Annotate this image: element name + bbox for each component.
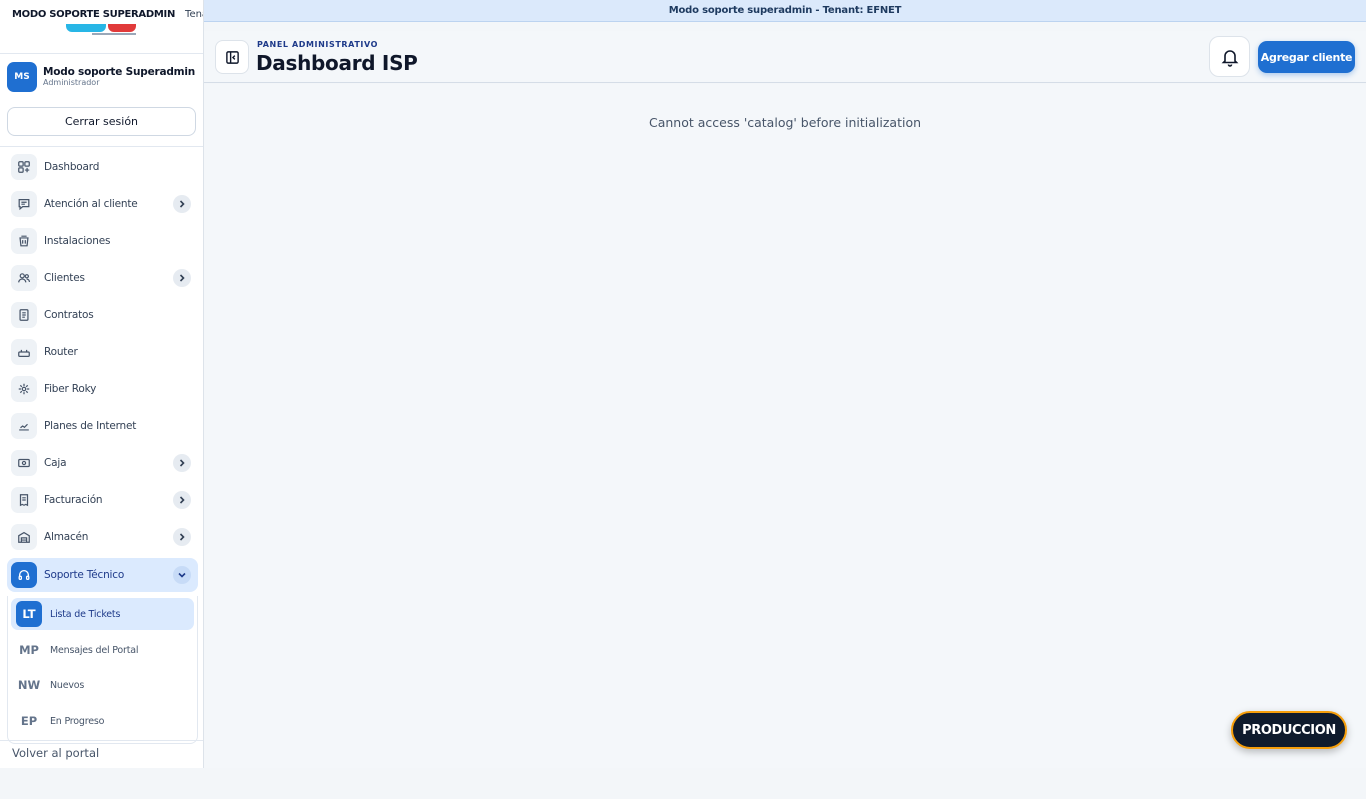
support-mode-label: MODO SOPORTE SUPERADMIN <box>12 8 176 20</box>
sidebar-toggle-button[interactable] <box>215 40 249 74</box>
speed-icon <box>11 413 37 439</box>
nav-item-fiber-roky[interactable]: Fiber Roky <box>7 372 198 406</box>
chevron-down-icon[interactable] <box>173 566 191 584</box>
error-message: Cannot access 'catalog' before initializ… <box>648 115 922 130</box>
chat-icon <box>11 191 37 217</box>
chevron-right-icon[interactable] <box>173 454 191 472</box>
back-to-portal-link[interactable]: Volver al portal <box>12 746 99 760</box>
page-eyebrow: PANEL ADMINISTRATIVO <box>257 40 379 49</box>
page-header: PANEL ADMINISTRATIVO Dashboard ISP Agreg… <box>204 31 1366 83</box>
subnav-item-mensajes-portal[interactable]: MP Mensajes del Portal <box>11 634 194 666</box>
subnav-item-en-progreso[interactable]: EP En Progreso <box>11 705 194 737</box>
receipt-icon <box>11 487 37 513</box>
subnav-abbr: MP <box>19 643 39 657</box>
nav-item-dashboard[interactable]: Dashboard <box>7 150 198 184</box>
document-icon <box>11 302 37 328</box>
chevron-right-icon[interactable] <box>173 269 191 287</box>
nav-label: Clientes <box>44 272 85 284</box>
environment-badge: PRODUCCION <box>1231 711 1347 749</box>
bucket-icon <box>11 228 37 254</box>
subnav-label: Nuevos <box>50 679 85 691</box>
cash-icon <box>11 450 37 476</box>
chevron-right-icon[interactable] <box>173 491 191 509</box>
nav-item-clientes[interactable]: Clientes <box>7 261 198 295</box>
nav-item-router[interactable]: Router <box>7 335 198 369</box>
nav-label: Instalaciones <box>44 235 111 247</box>
chevron-right-icon[interactable] <box>173 528 191 546</box>
warehouse-icon <box>11 524 37 550</box>
nav-label: Soporte Técnico <box>44 569 125 581</box>
subnav-label: En Progreso <box>50 715 105 727</box>
nav-label: Contratos <box>44 309 94 321</box>
nav-item-contratos[interactable]: Contratos <box>7 298 198 332</box>
nav-item-soporte-tecnico[interactable]: Soporte Técnico <box>7 558 198 592</box>
subnav-label: Lista de Tickets <box>50 608 121 620</box>
main-content: Cannot access 'catalog' before initializ… <box>204 84 1366 768</box>
subnav-abbr: EP <box>20 714 38 728</box>
asterisk-icon <box>11 376 37 402</box>
chevron-right-icon[interactable] <box>173 195 191 213</box>
nav-label: Fiber Roky <box>44 383 97 395</box>
user-profile: MS Modo soporte Superadmin Administrador <box>7 62 195 92</box>
panel-collapse-icon <box>225 50 239 64</box>
nav-item-facturacion[interactable]: Facturación <box>7 483 198 517</box>
nav-label: Dashboard <box>44 161 100 173</box>
divider <box>0 53 203 54</box>
subnav-item-lista-tickets[interactable]: LT Lista de Tickets <box>11 598 194 630</box>
logout-button[interactable]: Cerrar sesión <box>7 107 196 136</box>
nav-label: Planes de Internet <box>44 420 137 432</box>
nav-item-atencion-cliente[interactable]: Atención al cliente <box>7 187 198 221</box>
tenant-label: Tenant <box>185 8 203 20</box>
subnav-label: Mensajes del Portal <box>50 644 139 656</box>
company-logo <box>66 24 138 38</box>
nav-label: Facturación <box>44 494 103 506</box>
users-icon <box>11 265 37 291</box>
nav-item-instalaciones[interactable]: Instalaciones <box>7 224 198 258</box>
bell-icon <box>1221 49 1238 67</box>
nav-item-planes-internet[interactable]: Planes de Internet <box>7 409 198 443</box>
soporte-submenu: LT Lista de Tickets MP Mensajes del Port… <box>7 596 198 744</box>
nav-label: Router <box>44 346 78 358</box>
nav-item-caja[interactable]: Caja <box>7 446 198 480</box>
subnav-abbr: LT <box>16 601 42 627</box>
support-mode-banner-text: Modo soporte superadmin - Tenant: EFNET <box>668 5 902 16</box>
add-client-button[interactable]: Agregar cliente <box>1258 41 1355 73</box>
notifications-button[interactable] <box>1209 36 1250 77</box>
nav-label: Atención al cliente <box>44 198 138 210</box>
nav-item-almacen[interactable]: Almacén <box>7 520 198 554</box>
nav-label: Almacén <box>44 531 89 543</box>
page-title: Dashboard ISP <box>256 51 418 75</box>
user-role: Administrador <box>43 78 100 88</box>
sidebar: MODO SOPORTE SUPERADMIN Tenant MS Modo s… <box>0 0 204 768</box>
dashboard-grid-icon <box>11 154 37 180</box>
subnav-abbr: NW <box>17 678 41 692</box>
nav-label: Caja <box>44 457 67 469</box>
user-name: Modo soporte Superadmin <box>43 66 196 79</box>
divider <box>0 740 203 741</box>
headset-icon <box>11 562 37 588</box>
avatar: MS <box>7 62 37 92</box>
subnav-item-nuevos[interactable]: NW Nuevos <box>11 669 194 701</box>
support-mode-banner: Modo soporte superadmin - Tenant: EFNET <box>204 0 1366 22</box>
divider <box>0 146 203 147</box>
router-icon <box>11 339 37 365</box>
